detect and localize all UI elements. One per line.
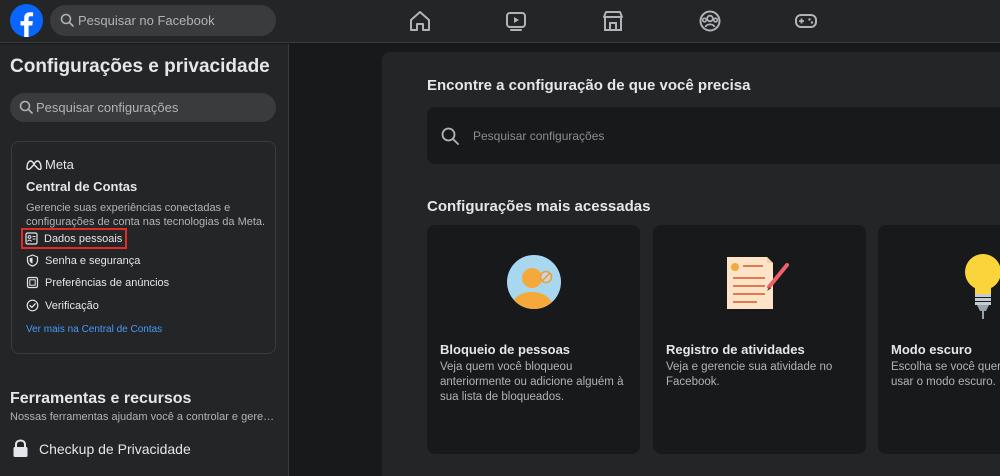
settings-sidebar: Configurações e privacidade Meta Central… [0, 44, 289, 476]
facebook-f-icon [20, 12, 34, 37]
sidebar-item-label: Senha e segurança [45, 254, 141, 267]
activity-log-card[interactable]: Registro de atividades Veja e gerencie s… [653, 225, 866, 454]
sidebar-search-input[interactable] [36, 93, 266, 122]
gaming-icon[interactable] [793, 8, 819, 34]
dark-mode-illustration [878, 225, 1000, 340]
sidebar-item-personal-data[interactable]: Dados pessoais [20, 228, 128, 249]
search-icon [19, 100, 33, 114]
sidebar-item-password-security[interactable]: Senha e segurança [26, 254, 140, 267]
accounts-center-card: Meta Central de Contas Gerencie suas exp… [11, 141, 276, 354]
settings-main-panel: Encontre a configuração de que você prec… [382, 52, 1000, 476]
facebook-logo[interactable] [10, 4, 43, 37]
lock-icon [13, 439, 28, 457]
accounts-center-title: Central de Contas [26, 179, 138, 194]
blocking-illustration [427, 225, 640, 340]
card-title: Bloqueio de pessoas [440, 342, 571, 357]
meta-brand: Meta [26, 157, 74, 172]
privacy-checkup-item[interactable]: Checkup de Privacidade [12, 439, 191, 458]
marketplace-icon[interactable] [600, 8, 626, 34]
sidebar-item-label: Preferências de anúncios [45, 276, 170, 289]
facebook-search-input[interactable] [78, 5, 268, 36]
blocking-card[interactable]: Bloqueio de pessoas Veja quem você bloqu… [427, 225, 640, 454]
card-title: Modo escuro [891, 342, 972, 357]
sidebar-search [10, 93, 276, 122]
lightbulb-icon [965, 254, 1000, 319]
activity-log-illustration [653, 225, 866, 340]
card-description: Veja quem você bloqueou anteriormente ou… [440, 361, 624, 403]
search-icon [60, 13, 74, 27]
sidebar-item-label: Verificação [45, 299, 99, 312]
sidebar-title: Configurações e privacidade [10, 56, 270, 77]
tools-section-title: Ferramentas e recursos [10, 390, 192, 407]
dark-mode-card[interactable]: Modo escuro Escolha se você quer usar o … [878, 225, 1000, 454]
see-more-accounts-center-link[interactable]: Ver mais na Central de Contas [26, 324, 162, 335]
id-card-icon [25, 232, 38, 245]
sidebar-item-label: Dados pessoais [44, 232, 123, 245]
privacy-checkup-label: Checkup de Privacidade [39, 440, 191, 457]
document-pencil-icon [727, 257, 789, 309]
tools-section-description: Nossas ferramentas ajudam você a control… [10, 411, 278, 423]
shield-icon [26, 254, 39, 267]
accounts-center-description: Gerencie suas experiências conectadas e … [26, 202, 266, 228]
groups-icon[interactable] [697, 8, 723, 34]
most-accessed-title: Configurações mais acessadas [427, 198, 651, 215]
meta-logo-icon [26, 159, 42, 170]
ad-preferences-icon [26, 276, 39, 289]
card-title: Registro de atividades [666, 342, 805, 357]
top-navigation-bar [0, 0, 1000, 43]
main-settings-search [427, 107, 1000, 164]
meta-brand-label: Meta [45, 157, 74, 172]
sidebar-item-ad-preferences[interactable]: Preferências de anúncios [26, 276, 169, 289]
main-settings-search-input[interactable] [473, 107, 973, 164]
facebook-search [50, 5, 276, 36]
blocked-person-icon [507, 255, 561, 309]
card-description: Veja e gerencie sua atividade no Faceboo… [666, 361, 833, 388]
check-circle-icon [26, 299, 39, 312]
card-description: Escolha se você quer usar o modo escuro. [891, 361, 1000, 388]
home-icon[interactable] [407, 8, 433, 34]
sidebar-item-verification[interactable]: Verificação [26, 299, 99, 312]
video-icon[interactable] [503, 8, 529, 34]
main-title: Encontre a configuração de que você prec… [427, 77, 751, 94]
search-icon [441, 127, 459, 145]
